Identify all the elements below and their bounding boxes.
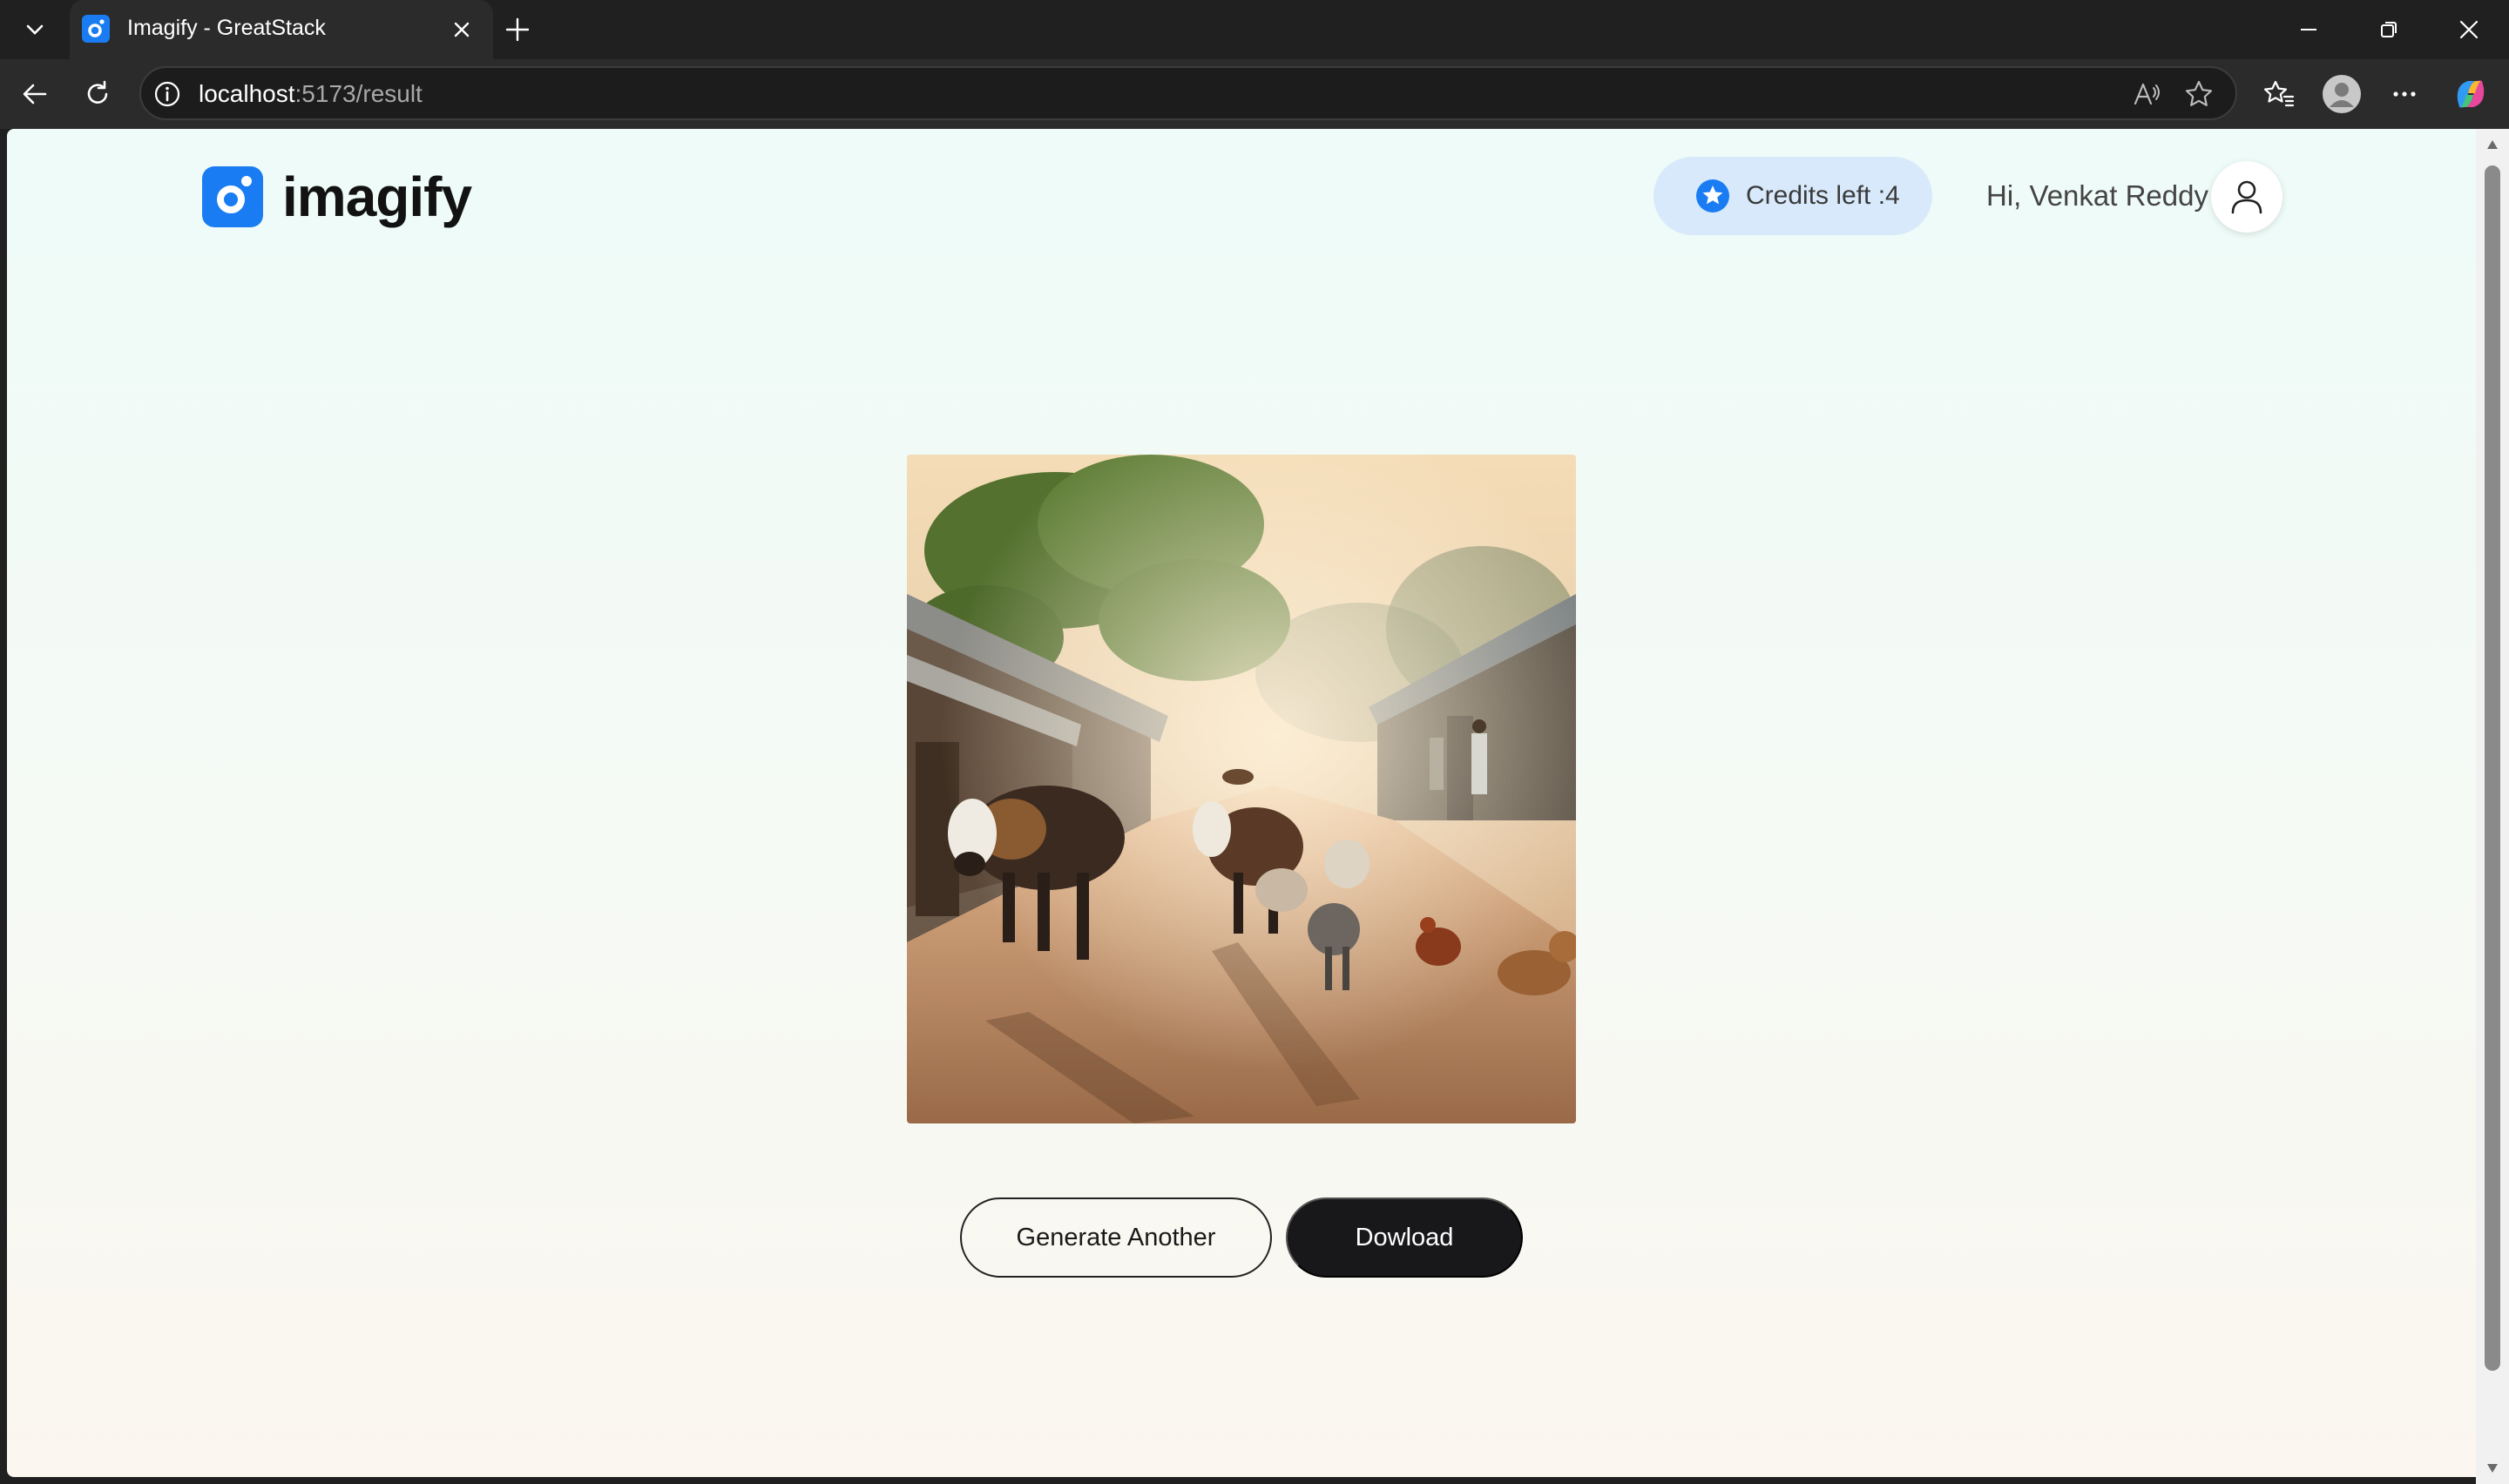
browser-tab[interactable]: Imagify - GreatStack <box>70 0 493 59</box>
scroll-down-icon[interactable] <box>2486 1463 2499 1474</box>
window-close-icon[interactable] <box>2438 9 2500 51</box>
page-viewport: imagify Credits left :4 Hi, Venkat Reddy <box>7 129 2476 1477</box>
back-icon[interactable] <box>9 68 61 120</box>
page-scrollbar[interactable] <box>2476 129 2509 1484</box>
read-aloud-icon[interactable] <box>2129 77 2164 111</box>
credits-button[interactable]: Credits left :4 <box>1654 157 1932 235</box>
favorite-star-icon[interactable] <box>2181 77 2216 111</box>
scroll-up-icon[interactable] <box>2486 139 2499 150</box>
logo[interactable]: imagify <box>202 165 472 228</box>
refresh-icon[interactable] <box>71 68 124 120</box>
tab-title: Imagify - GreatStack <box>127 16 326 40</box>
user-avatar[interactable] <box>2211 161 2282 233</box>
browser-toolbar: localhost:5173/result <box>0 59 2509 129</box>
copilot-icon[interactable] <box>2445 68 2497 120</box>
more-icon[interactable] <box>2378 68 2431 120</box>
info-icon[interactable] <box>153 80 181 108</box>
url-text: localhost:5173/result <box>199 80 423 107</box>
profile-icon[interactable] <box>2316 68 2368 120</box>
address-bar[interactable]: localhost:5173/result <box>139 66 2237 120</box>
favorites-icon[interactable] <box>2253 68 2305 120</box>
generated-image <box>907 455 1576 1123</box>
generate-another-button[interactable]: Generate Another <box>960 1197 1272 1278</box>
minimize-icon[interactable] <box>2277 9 2340 51</box>
favicon-icon <box>82 15 110 43</box>
browser-tab-strip: Imagify - GreatStack <box>0 0 2509 59</box>
restore-icon[interactable] <box>2357 9 2420 51</box>
star-icon <box>1695 179 1730 213</box>
scrollbar-thumb[interactable] <box>2485 165 2500 1371</box>
close-icon[interactable] <box>444 12 479 47</box>
user-greeting: Hi, Venkat Reddy <box>1986 179 2208 212</box>
logo-text: imagify <box>282 165 472 228</box>
user-icon <box>2231 180 2262 214</box>
credits-label: Credits left :4 <box>1746 181 1900 210</box>
new-tab-icon[interactable] <box>498 10 537 49</box>
tab-list-icon[interactable] <box>12 10 57 49</box>
download-button[interactable]: Dowload <box>1286 1197 1523 1278</box>
logo-icon <box>202 166 263 227</box>
